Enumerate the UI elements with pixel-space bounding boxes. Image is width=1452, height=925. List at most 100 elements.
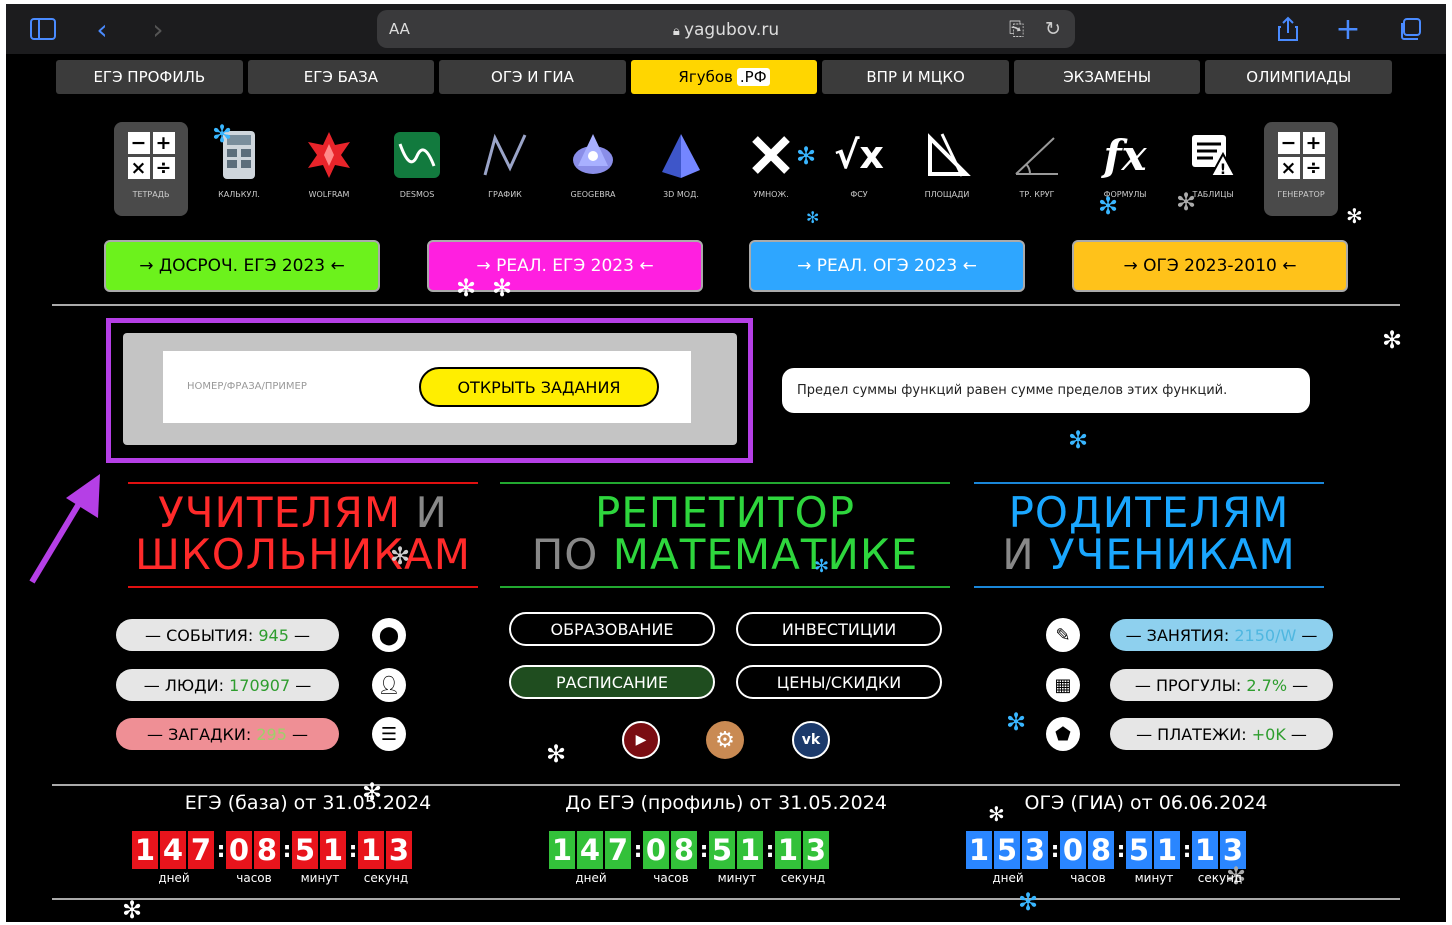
stat-absences[interactable]: — ПРОГУЛЫ: 2.7% — xyxy=(1110,669,1333,701)
tool-label: WOLFRAM xyxy=(308,190,350,199)
nav-ege-base[interactable]: ЕГЭ БАЗА xyxy=(247,60,435,94)
tool-generator[interactable]: − + × ÷ ГЕНЕРАТОР xyxy=(1264,122,1338,216)
tabs-icon[interactable] xyxy=(1396,14,1424,44)
stat-value: 170907 xyxy=(229,675,291,695)
open-tasks-button[interactable]: ОТКРЫТЬ ЗАДАНИЯ xyxy=(419,367,659,407)
new-tab-icon[interactable]: + xyxy=(1334,12,1362,47)
countdown-unit-label: дней xyxy=(992,871,1024,885)
schedule-button[interactable]: РАСПИСАНИЕ xyxy=(509,665,715,699)
contacts-icon[interactable]: 👤︎ xyxy=(372,668,406,702)
fx-icon: fx xyxy=(1103,130,1147,180)
heading-parents-students: УЧЕНИКАМ xyxy=(1049,530,1296,579)
countdown-digit: 1 xyxy=(549,831,575,869)
search-highlight: НОМЕР/ФРАЗА/ПРИМЕР ОТКРЫТЬ ЗАДАНИЯ xyxy=(106,318,753,463)
nav-oge[interactable]: ОГЭ И ГИА xyxy=(439,60,626,94)
countdown-digit: 1 xyxy=(132,831,158,869)
nav-yagubov[interactable]: Ягубов .РФ xyxy=(630,60,818,94)
location-pin-icon[interactable]: ⬤ xyxy=(372,618,406,652)
countdown-digit: 7 xyxy=(188,831,214,869)
sqrt-icon: √x xyxy=(834,133,884,177)
stat-value: 2150/W xyxy=(1234,625,1297,645)
stat-riddles[interactable]: — ЗАГАДКИ: 295 — xyxy=(116,718,339,750)
heading-tutor-line1: РЕПЕТИТОР xyxy=(594,488,856,537)
stat-dash: — xyxy=(1292,675,1309,695)
nav-olympiads[interactable]: ОЛИМПИАДЫ xyxy=(1205,60,1393,94)
tool-label: 3D МОД. xyxy=(663,190,699,199)
search-panel: НОМЕР/ФРАЗА/ПРИМЕР ОТКРЫТЬ ЗАДАНИЯ xyxy=(123,333,737,445)
nav-exams[interactable]: ЭКЗАМЕНЫ xyxy=(1013,60,1201,94)
snowflake-icon: ✻ xyxy=(988,802,1005,826)
stat-label: — СОБЫТИЯ: xyxy=(145,625,254,645)
pencil-icon[interactable]: ✎ xyxy=(1046,618,1080,652)
investments-button[interactable]: ИНВЕСТИЦИИ xyxy=(736,612,942,646)
back-icon[interactable]: ‹ xyxy=(90,13,114,46)
countdown-digit: 5 xyxy=(994,831,1020,869)
arrow-icon xyxy=(29,474,100,584)
divider-green xyxy=(500,586,950,588)
quote-box: Предел суммы функций равен сумме предело… xyxy=(782,368,1310,413)
lock-icon: 🔒︎ xyxy=(672,24,684,39)
countdown-colon: : xyxy=(282,837,292,863)
tool-label: DESMOS xyxy=(399,190,435,199)
banner-early-ege[interactable]: → ДОСРОЧ. ЕГЭ 2023 ← xyxy=(104,240,380,292)
banner-real-oge[interactable]: → РЕАЛ. ОГЭ 2023 ← xyxy=(749,240,1025,292)
tool-graph[interactable]: ГРАФИК xyxy=(468,122,542,216)
countdown-unit-label: секунд xyxy=(363,871,409,885)
tag-icon[interactable]: ⬟ xyxy=(1046,717,1080,751)
youtube-icon[interactable]: ▶ xyxy=(622,721,660,759)
divider-blue xyxy=(974,586,1324,588)
sidebar-icon[interactable] xyxy=(28,14,58,44)
stat-label: — ЗАГАДКИ: xyxy=(147,724,252,744)
nav-yagubov-suffix: .РФ xyxy=(736,68,770,86)
share-icon[interactable] xyxy=(1274,14,1302,44)
vk-icon[interactable]: vk xyxy=(792,721,830,759)
forward-icon[interactable]: › xyxy=(146,13,170,46)
education-button[interactable]: ОБРАЗОВАНИЕ xyxy=(509,612,715,646)
countdown-digit: 8 xyxy=(1088,831,1114,869)
settings-icon[interactable]: ⚙ xyxy=(706,721,744,759)
countdown-digit: 5 xyxy=(1126,831,1152,869)
tool-fsu[interactable]: √x ФСУ xyxy=(822,122,896,216)
divider xyxy=(52,898,1400,900)
stat-people[interactable]: — ЛЮДИ: 170907 — xyxy=(116,669,339,701)
calendar-icon[interactable]: ▦ xyxy=(1046,668,1080,702)
countdown-digit: 3 xyxy=(1022,831,1048,869)
countdown-digit: 1 xyxy=(1192,831,1218,869)
address-bar[interactable]: AA 🔒︎ yagubov.ru ⎘ ↻ xyxy=(377,10,1075,48)
browser-toolbar: ‹ › AA 🔒︎ yagubov.ru ⎘ ↻ + xyxy=(6,4,1446,54)
reload-icon[interactable]: ↻ xyxy=(1045,18,1061,40)
stat-events[interactable]: — СОБЫТИЯ: 945 — xyxy=(116,619,339,651)
stat-label: — ПЛАТЕЖИ: xyxy=(1136,724,1247,744)
svg-text:!: ! xyxy=(1220,162,1226,178)
tool-label: ФСУ xyxy=(850,190,868,199)
tool-desmos[interactable]: DESMOS xyxy=(380,122,454,216)
tool-3d-model[interactable]: 3D МОД. xyxy=(644,122,718,216)
snowflake-icon: ✻ xyxy=(122,896,143,922)
stat-lessons[interactable]: — ЗАНЯТИЯ: 2150/W — xyxy=(1110,619,1333,651)
countdown-title-base: ЕГЭ (база) от 31.05.2024 xyxy=(184,792,432,814)
snowflake-icon: ✻ xyxy=(1068,426,1089,454)
nav-ege-profile[interactable]: ЕГЭ ПРОФИЛЬ xyxy=(56,60,243,94)
heading-tutor-math: МАТЕМАТИКЕ xyxy=(612,530,919,579)
list-icon[interactable]: ☰ xyxy=(372,717,406,751)
banner-oge-archive[interactable]: → ОГЭ 2023-2010 ← xyxy=(1072,240,1348,292)
countdown-unit-label: дней xyxy=(158,871,190,885)
prices-button[interactable]: ЦЕНЫ/СКИДКИ xyxy=(736,665,942,699)
snowflake-icon: ✻ xyxy=(1018,888,1039,916)
reader-icon[interactable]: ⎘ xyxy=(1009,18,1024,40)
stat-payments[interactable]: — ПЛАТЕЖИ: +0K — xyxy=(1110,718,1333,750)
wolfram-icon xyxy=(308,132,350,178)
search-field[interactable]: НОМЕР/ФРАЗА/ПРИМЕР ОТКРЫТЬ ЗАДАНИЯ xyxy=(163,351,691,423)
tool-unit-circle[interactable]: ТР. КРУГ xyxy=(1000,122,1074,216)
tool-label: КАЛЬКУЛ. xyxy=(218,190,260,199)
tool-wolfram[interactable]: WOLFRAM xyxy=(292,122,366,216)
snowflake-icon: ✻ xyxy=(546,740,567,768)
snowflake-icon: ✻ xyxy=(212,120,233,148)
countdown-digit: 7 xyxy=(605,831,631,869)
tool-areas[interactable]: ПЛОЩАДИ xyxy=(910,122,984,216)
divider-red xyxy=(128,482,478,484)
site-nav: ЕГЭ ПРОФИЛЬ ЕГЭ БАЗА ОГЭ И ГИА Ягубов .РФ… xyxy=(56,60,1393,94)
tool-notebook[interactable]: − + × ÷ ТЕТРАДЬ xyxy=(114,122,188,216)
tool-geogebra[interactable]: GEOGEBRA xyxy=(556,122,630,216)
nav-vpr[interactable]: ВПР И МЦКО xyxy=(822,60,1009,94)
